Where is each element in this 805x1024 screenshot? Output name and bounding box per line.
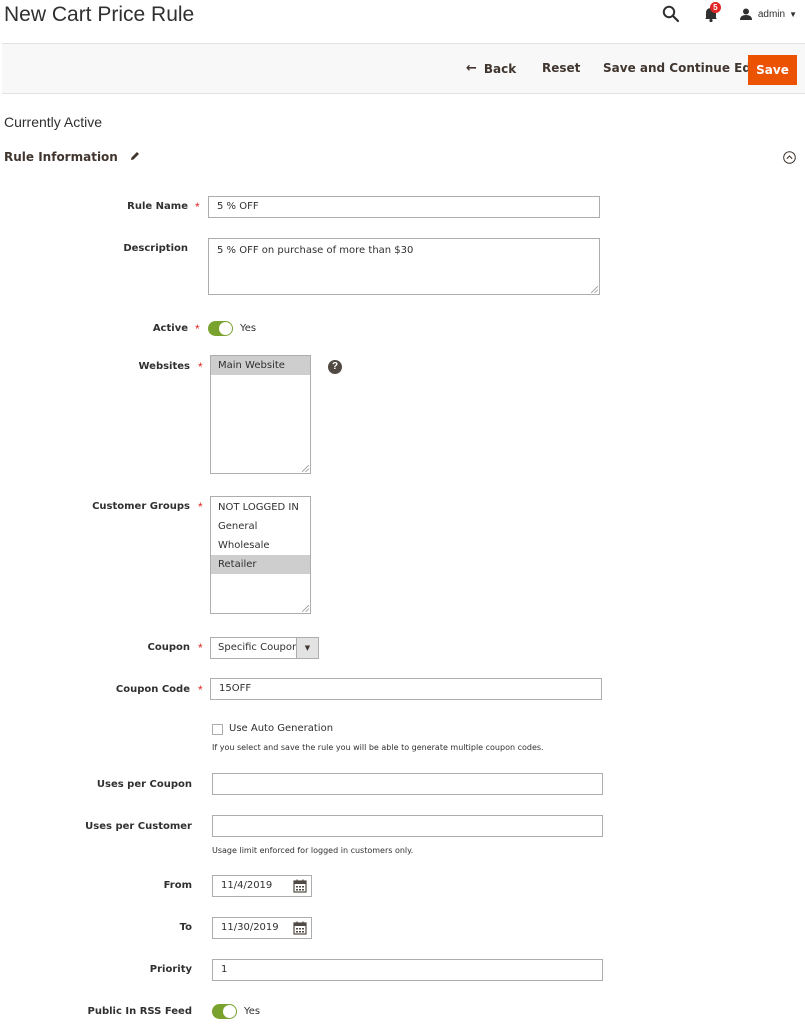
section-title: Rule Information (4, 150, 118, 164)
to-label: To (179, 922, 192, 933)
resize-grip-icon[interactable] (302, 465, 309, 472)
chevron-down-icon: ▼ (296, 638, 318, 658)
from-label: From (163, 880, 192, 891)
toggle-knob (223, 1005, 236, 1018)
notifications-bell-icon[interactable]: 5 (702, 2, 721, 23)
public-rss-value: Yes (244, 1006, 261, 1017)
from-date-value: 11/4/2019 (221, 880, 273, 891)
customer-group-option[interactable]: NOT LOGGED IN (211, 498, 310, 517)
required-marker: * (195, 322, 200, 336)
websites-label: Websites (138, 361, 190, 372)
help-icon[interactable]: ? (328, 360, 342, 374)
collapse-section-icon[interactable] (783, 151, 796, 164)
auto-generation-checkbox[interactable] (212, 724, 223, 735)
section-header[interactable]: Rule Information (4, 150, 140, 164)
page-title: New Cart Price Rule (4, 3, 195, 26)
uses-per-customer-note: Usage limit enforced for logged in custo… (212, 846, 414, 855)
from-date-input[interactable]: 11/4/2019 (212, 875, 312, 897)
customer-groups-label: Customer Groups (92, 501, 190, 512)
uses-per-coupon-input[interactable] (212, 773, 603, 795)
arrow-left-icon: ← (466, 61, 477, 76)
page-actions-toolbar: ← Back Reset Save and Continue Edit Save (2, 43, 805, 94)
description-value: 5 % OFF on purchase of more than $30 (217, 245, 414, 256)
required-marker: * (198, 641, 203, 655)
chevron-down-icon: ▼ (789, 9, 797, 19)
required-marker: * (198, 360, 203, 374)
toggle-knob (219, 322, 232, 335)
back-button[interactable]: ← Back (466, 61, 516, 76)
required-marker: * (195, 200, 200, 214)
uses-per-customer-input[interactable] (212, 815, 603, 837)
resize-grip-icon[interactable] (591, 286, 598, 293)
calendar-icon[interactable] (293, 879, 307, 893)
description-label: Description (123, 243, 188, 254)
rule-name-label: Rule Name (127, 201, 188, 212)
resize-grip-icon[interactable] (302, 605, 309, 612)
coupon-select-value: Specific Coupon (218, 642, 299, 653)
public-rss-toggle[interactable] (212, 1004, 237, 1019)
auto-generation-label[interactable]: Use Auto Generation (229, 723, 333, 734)
customer-group-option[interactable]: Retailer (211, 555, 310, 574)
customer-groups-multiselect[interactable]: NOT LOGGED IN General Wholesale Retailer (210, 496, 311, 614)
required-marker: * (198, 500, 203, 514)
calendar-icon[interactable] (293, 921, 307, 935)
coupon-label: Coupon (147, 642, 190, 653)
search-icon[interactable] (662, 5, 680, 23)
user-menu[interactable]: admin ▼ (739, 8, 797, 20)
save-and-continue-button[interactable]: Save and Continue Edit (603, 61, 761, 75)
notifications-badge: 5 (709, 2, 721, 13)
coupon-code-input[interactable]: 15OFF (210, 678, 602, 700)
rule-name-input[interactable]: 5 % OFF (208, 196, 600, 218)
to-date-input[interactable]: 11/30/2019 (212, 917, 312, 939)
websites-multiselect[interactable]: Main Website (210, 355, 311, 474)
coupon-select[interactable]: Specific Coupon ▼ (210, 637, 319, 659)
required-marker: * (198, 683, 203, 697)
coupon-code-label: Coupon Code (115, 684, 190, 695)
save-button[interactable]: Save (748, 55, 797, 85)
user-name: admin (757, 8, 786, 20)
pencil-icon (130, 150, 140, 164)
customer-group-option[interactable]: General (211, 517, 310, 536)
rule-status: Currently Active (4, 114, 103, 130)
active-label: Active (152, 323, 188, 334)
public-rss-label: Public In RSS Feed (87, 1006, 192, 1017)
reset-button[interactable]: Reset (542, 61, 580, 75)
back-label: Back (483, 61, 517, 76)
active-value: Yes (240, 323, 257, 334)
active-toggle[interactable] (208, 321, 233, 336)
priority-input[interactable]: 1 (212, 959, 603, 981)
description-textarea[interactable]: 5 % OFF on purchase of more than $30 (208, 238, 600, 295)
user-icon (739, 8, 752, 20)
customer-group-option[interactable]: Wholesale (211, 536, 310, 555)
auto-generation-note: If you select and save the rule you will… (212, 743, 544, 752)
priority-label: Priority (149, 964, 192, 975)
to-date-value: 11/30/2019 (221, 922, 279, 933)
websites-option[interactable]: Main Website (211, 356, 310, 375)
header-actions: 5 admin ▼ (662, 2, 797, 24)
uses-per-customer-label: Uses per Customer (85, 821, 192, 832)
uses-per-coupon-label: Uses per Coupon (96, 779, 192, 790)
